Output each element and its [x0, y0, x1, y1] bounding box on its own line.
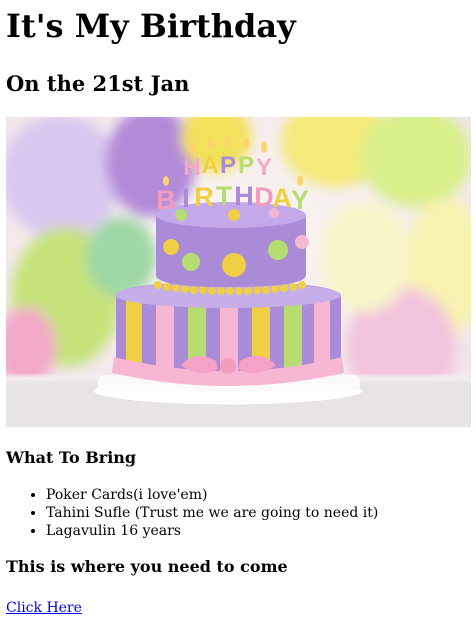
bring-item: Poker Cards(i love'em) [46, 486, 470, 504]
svg-text:I: I [182, 183, 190, 213]
svg-text:H: H [234, 181, 254, 211]
svg-text:A: A [272, 183, 292, 213]
svg-text:B: B [156, 185, 176, 215]
page-subtitle: On the 21st Jan [6, 71, 190, 96]
page-content: It's My Birthday On the 21st Jan H A P P… [0, 8, 476, 617]
bring-heading: What To Bring [6, 448, 137, 467]
svg-text:T: T [216, 181, 233, 211]
svg-text:H: H [183, 154, 200, 181]
svg-text:Y: Y [256, 154, 272, 181]
bring-item: Tahini Sufle (Trust me we are going to n… [46, 504, 470, 522]
cake-top-tier [156, 202, 309, 287]
svg-text:P: P [238, 152, 254, 179]
location-heading: This is where you need to come [6, 557, 288, 576]
svg-text:D: D [254, 182, 274, 212]
bring-item: Lagavulin 16 years [46, 522, 470, 540]
svg-text:Y: Y [291, 185, 309, 215]
click-here-link[interactable]: Click Here [6, 599, 82, 617]
birthday-cake-image: H A P P Y B I R T H D A Y [6, 117, 471, 427]
page-title: It's My Birthday [6, 7, 296, 45]
svg-text:A: A [201, 152, 218, 179]
svg-text:P: P [220, 152, 236, 179]
bring-list: Poker Cards(i love'em) Tahini Sufle (Tru… [6, 486, 470, 540]
svg-text:R: R [194, 182, 214, 212]
cake-bottom-tier [112, 282, 344, 386]
